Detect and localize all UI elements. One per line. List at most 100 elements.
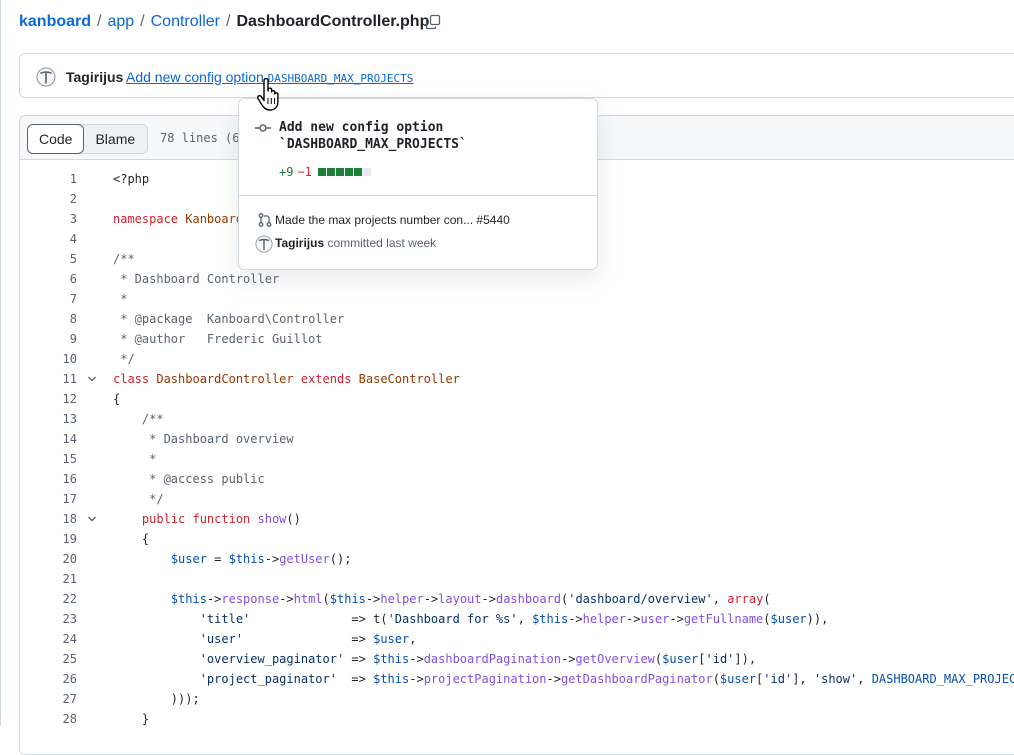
commit-hovercard: Add new config option `DASHBOARD_MAX_PRO…	[238, 98, 598, 270]
chevron-down-icon[interactable]	[87, 514, 97, 524]
code-text: 'overview_paginator' => $this->dashboard…	[199, 652, 757, 666]
code-line: 25 'overview_paginator' => $this->dashbo…	[20, 649, 1014, 669]
code-text: }	[113, 712, 150, 726]
hand-pointer-cursor-icon	[257, 78, 279, 111]
line-number[interactable]: 1	[20, 169, 77, 189]
code-text: * Dashboard Controller	[113, 272, 280, 286]
code-text: 'project_paginator' => $this->projectPag…	[199, 672, 1014, 686]
line-number[interactable]: 15	[20, 449, 77, 469]
breadcrumb-separator: /	[225, 13, 231, 30]
line-number[interactable]: 18	[20, 509, 77, 529]
line-number[interactable]: 5	[20, 249, 77, 269]
code-line: 14 * Dashboard overview	[20, 429, 1014, 449]
hovercard-commit-meta: Tagirijus committed last week	[275, 236, 436, 250]
diffstat-bar	[317, 168, 372, 176]
deletions-count: −1	[297, 165, 312, 179]
code-text: $this->response->html($this->helper->lay…	[170, 592, 771, 606]
author-avatar[interactable]	[36, 67, 56, 87]
code-text: )));	[113, 692, 200, 706]
line-number[interactable]: 12	[20, 389, 77, 409]
commit-message-text: Add new config option	[126, 69, 264, 85]
line-number[interactable]: 27	[20, 689, 77, 709]
code-text: *	[113, 292, 128, 306]
file-lines-info: 78 lines (69	[160, 131, 247, 145]
additions-count: +9	[279, 165, 294, 179]
line-number[interactable]: 21	[20, 569, 77, 589]
view-mode-toggle: Code Blame	[27, 124, 149, 154]
code-line: 21	[20, 569, 1014, 589]
chevron-down-icon[interactable]	[87, 374, 97, 384]
git-commit-icon	[255, 124, 271, 132]
breadcrumb-separator: /	[97, 13, 102, 30]
line-number[interactable]: 11	[20, 369, 77, 389]
line-number[interactable]: 26	[20, 669, 77, 689]
code-text: {	[113, 392, 121, 406]
code-line: 23 'title' => t('Dashboard for %s', $thi…	[20, 609, 1014, 629]
code-line: 15 *	[20, 449, 1014, 469]
code-text: $user = $this->getUser();	[170, 552, 352, 566]
code-text: */	[113, 492, 164, 506]
code-line: 12 {	[20, 389, 1014, 409]
breadcrumb-app-link[interactable]: app	[107, 13, 134, 31]
line-number[interactable]: 28	[20, 709, 77, 729]
code-line: 13 /**	[20, 409, 1014, 429]
line-number[interactable]: 9	[20, 329, 77, 349]
breadcrumb-file-name: DashboardController.php	[236, 13, 430, 30]
line-number[interactable]: 10	[20, 349, 77, 369]
line-number[interactable]: 6	[20, 269, 77, 289]
code-line: 8 * @package Kanboard\Controller	[20, 309, 1014, 329]
diffstat-block	[317, 168, 326, 176]
code-text: */	[113, 352, 135, 366]
copy-path-button[interactable]	[423, 12, 443, 32]
line-number[interactable]: 22	[20, 589, 77, 609]
hovercard-committed-time: committed last week	[327, 236, 437, 250]
code-line: 11 class DashboardController extends Base…	[20, 369, 1014, 389]
commit-author[interactable]: Tagirijus	[66, 69, 123, 85]
breadcrumb-controller-link[interactable]: Controller	[151, 13, 220, 31]
code-text: *	[113, 452, 157, 466]
line-number[interactable]: 19	[20, 529, 77, 549]
line-number[interactable]: 2	[20, 189, 77, 209]
line-number[interactable]: 17	[20, 489, 77, 509]
code-line: 28 }	[20, 709, 1014, 729]
code-text: <?php	[113, 172, 150, 186]
code-text: public function show()	[141, 512, 301, 526]
diffstat-block	[326, 168, 335, 176]
latest-commit-bar: Tagirijus Add new config option DASHBOAR…	[19, 53, 1014, 98]
line-number[interactable]: 24	[20, 629, 77, 649]
code-text: /**	[113, 252, 135, 266]
line-number[interactable]: 3	[20, 209, 77, 229]
code-line: 17 */	[20, 489, 1014, 509]
line-number[interactable]: 25	[20, 649, 77, 669]
line-number[interactable]: 14	[20, 429, 77, 449]
hovercard-commit-title[interactable]: Add new config option `DASHBOARD_MAX_PRO…	[279, 119, 579, 153]
line-number[interactable]: 20	[20, 549, 77, 569]
code-line: 6 * Dashboard Controller	[20, 269, 1014, 289]
breadcrumb-repo-link[interactable]: kanboard	[19, 13, 91, 31]
commit-message-code: DASHBOARD_MAX_PROJECTS	[267, 72, 414, 85]
code-line: 7 *	[20, 289, 1014, 309]
line-number[interactable]: 4	[20, 229, 77, 249]
diffstat-block	[362, 168, 371, 176]
code-text: {	[113, 532, 150, 546]
pull-request-link[interactable]: Made the max projects number con... #544…	[275, 213, 510, 227]
line-number[interactable]: 7	[20, 289, 77, 309]
line-number[interactable]: 23	[20, 609, 77, 629]
hovercard-author[interactable]: Tagirijus	[275, 236, 324, 250]
code-line: 18 public function show()	[20, 509, 1014, 529]
blame-view-button[interactable]: Blame	[83, 125, 147, 153]
code-view-button[interactable]: Code	[27, 124, 85, 154]
code-line: 10 */	[20, 349, 1014, 369]
line-number[interactable]: 8	[20, 309, 77, 329]
code-text: /**	[113, 412, 164, 426]
author-avatar[interactable]	[255, 235, 273, 253]
hovercard-divider	[239, 195, 597, 196]
pull-request-icon	[258, 213, 272, 227]
line-number[interactable]: 13	[20, 409, 77, 429]
code-line: 16 * @access public	[20, 469, 1014, 489]
diffstat-block	[344, 168, 353, 176]
code-text: * @access public	[113, 472, 265, 486]
code-line: 19 {	[20, 529, 1014, 549]
hovercard-diffstat: +9 −1	[279, 165, 372, 179]
line-number[interactable]: 16	[20, 469, 77, 489]
